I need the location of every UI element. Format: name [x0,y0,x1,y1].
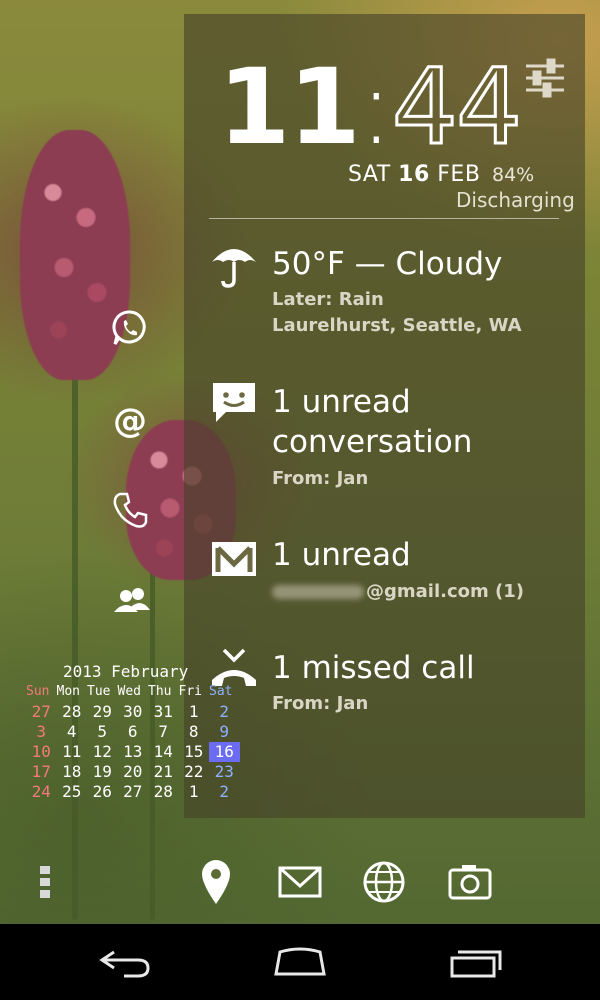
calendar-day[interactable]: 3 [26,722,57,742]
phone-icon[interactable] [110,490,150,530]
home-icon[interactable] [270,944,330,980]
calendar-day[interactable]: 2 [209,702,240,722]
calendar-day[interactable]: 1 [179,782,210,802]
calendar-day[interactable]: 19 [87,762,118,782]
calendar-week-row: 27 28 29 30 31 1 2 [26,702,240,722]
browser-globe-icon[interactable] [360,858,408,906]
battery-percent: 84% [492,164,535,186]
divider [209,218,559,219]
back-icon[interactable] [94,944,154,980]
date-line: SAT 16 FEB [348,162,480,187]
weekday-label: Thu [148,684,172,699]
calendar-day[interactable]: 23 [209,762,240,782]
calendar-day[interactable]: 2 [209,782,240,802]
calendar-day[interactable]: 25 [57,782,88,802]
svg-text:@: @ [113,401,147,440]
maps-pin-icon[interactable] [192,858,240,906]
weekday-label: Sat [209,684,233,699]
calendar-day[interactable]: 22 [179,762,210,782]
clock-separator: : [358,46,394,168]
weekday-label: Sun [26,684,50,699]
clock: 11:44 [218,51,524,164]
email-icon[interactable] [276,858,324,906]
weekday-label: Wed [117,684,141,699]
calendar-day[interactable]: 18 [57,762,88,782]
date-month: FEB [437,162,481,187]
calendar-day[interactable]: 24 [26,782,57,802]
whatsapp-icon[interactable] [110,308,150,348]
calendar-day[interactable]: 28 [148,782,179,802]
gmail-icon [212,542,256,576]
weather-location: Laurelhurst, Seattle, WA [272,315,522,336]
calendar-week-row: 3456789 [26,722,240,742]
calendar-day[interactable]: 8 [179,722,210,742]
messages-line1[interactable]: 1 unread [272,382,411,422]
missed-call-from: From: Jan [272,693,369,714]
calendar-day[interactable]: 7 [148,722,179,742]
calendar-day[interactable]: 21 [148,762,179,782]
calendar-day[interactable]: 13 [118,742,149,762]
calendar-day[interactable]: 20 [118,762,149,782]
recent-apps-icon[interactable] [446,944,506,980]
calendar-day[interactable]: 31 [148,702,179,722]
calendar-day[interactable]: 5 [87,722,118,742]
weekday-label: Mon [56,684,80,699]
calendar-day[interactable]: 1 [179,702,210,722]
contacts-icon[interactable] [112,582,152,622]
calendar-day[interactable]: 6 [118,722,149,742]
messages-line2[interactable]: conversation [272,422,472,462]
weekday-label: Fri [178,684,202,699]
calendar-weekdays: Sun Mon Tue Wed Thu Fri Sat [26,684,240,699]
gmail-account: @gmail.com (1) [272,581,524,602]
battery-status: Discharging [456,188,575,212]
calendar-day[interactable]: 27 [26,702,57,722]
calendar-day[interactable]: 28 [57,702,88,722]
messages-from: From: Jan [272,468,369,489]
calendar-day[interactable]: 9 [209,722,240,742]
weather-later: Later: Rain [272,289,384,310]
gmail-account-suffix: @gmail.com (1) [366,581,525,602]
missed-call-headline[interactable]: 1 missed call [272,648,475,688]
umbrella-icon [212,249,256,288]
calendar-day[interactable]: 30 [118,702,149,722]
weather-headline[interactable]: 50°F — Cloudy [272,244,502,284]
redacted-email [272,585,364,599]
camera-icon[interactable] [446,858,494,906]
app-drawer-icon[interactable] [22,858,70,906]
weekday-label: Tue [87,684,111,699]
calendar-day[interactable]: 11 [57,742,88,762]
settings-sliders-icon[interactable] [524,58,566,98]
calendar-day[interactable]: 26 [87,782,118,802]
calendar-day[interactable]: 14 [148,742,179,762]
calendar-day[interactable]: 12 [87,742,118,762]
calendar-week-row: 17 18 19 20 21 22 23 [26,762,240,782]
gmail-headline[interactable]: 1 unread [272,535,411,575]
date-day: 16 [398,162,430,187]
calendar-day[interactable]: 16 [209,742,240,762]
calendar-day[interactable]: 4 [57,722,88,742]
clock-minutes: 44 [390,46,523,168]
calendar-day[interactable]: 10 [26,742,57,762]
at-sign-icon[interactable]: @ [110,400,150,440]
calendar-day[interactable]: 17 [26,762,57,782]
calendar-day[interactable]: 15 [179,742,210,762]
message-bubble-icon [213,383,255,422]
date-weekday: SAT [348,162,391,187]
clock-hours: 11 [218,46,361,168]
calendar-week-row: 10 11 12 13 14 15 16 [26,742,240,762]
calendar-week-row: 24 25 26 27 28 1 2 [26,782,240,802]
calendar-day[interactable]: 27 [118,782,149,802]
calendar-title: 2013 February [63,662,189,681]
calendar-grid: 27 28 29 30 31 1 2 3 4 5 6 7 8 9 10 11 12 13 14 15 16 17 18 19 2… [26,702,240,802]
calendar-day[interactable]: 29 [87,702,118,722]
